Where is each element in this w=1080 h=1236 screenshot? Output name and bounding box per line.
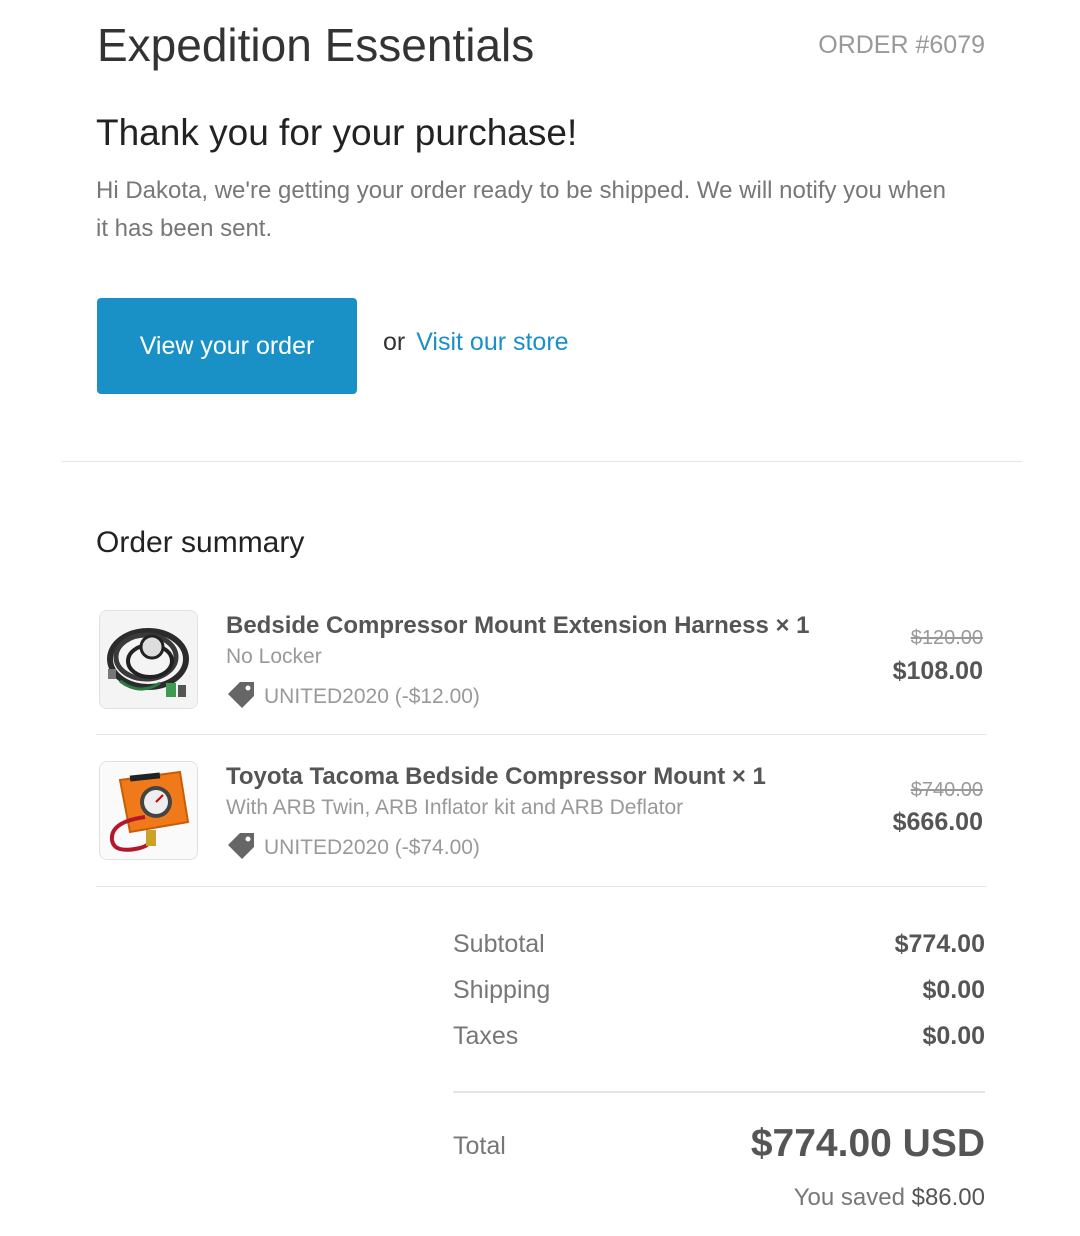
visit-store-row: or Visit our store xyxy=(383,328,569,357)
subtotal-value: $774.00 xyxy=(894,930,985,958)
order-summary-title: Order summary xyxy=(96,526,305,559)
item-divider xyxy=(96,734,986,735)
item-price: $666.00 xyxy=(892,808,983,836)
savings-text: You saved $86.00 xyxy=(794,1184,985,1212)
order-number: ORDER #6079 xyxy=(818,31,985,59)
visit-store-link[interactable]: Visit our store xyxy=(416,328,568,356)
discount-row: UNITED2020 (-$74.00) xyxy=(226,831,480,865)
discount-tag-icon xyxy=(226,680,256,714)
item-divider xyxy=(96,886,986,887)
saved-amount: $86.00 xyxy=(911,1184,985,1211)
taxes-label: Taxes xyxy=(453,1022,519,1050)
original-price: $120.00 xyxy=(910,627,983,649)
wiring-harness-image xyxy=(99,610,198,709)
section-divider xyxy=(62,461,1022,462)
discount-row: UNITED2020 (-$12.00) xyxy=(226,680,480,714)
shipping-label: Shipping xyxy=(453,976,551,1004)
saved-label: You saved xyxy=(793,1184,905,1211)
discount-code: UNITED2020 (-$12.00) xyxy=(264,685,480,708)
total-value: $774.00 USD xyxy=(750,1122,985,1165)
item-price: $108.00 xyxy=(892,657,983,685)
total-label: Total xyxy=(453,1132,506,1160)
subtotal-label: Subtotal xyxy=(453,930,545,958)
item-title: Toyota Tacoma Bedside Compressor Mount ×… xyxy=(226,763,766,790)
discount-tag-icon xyxy=(226,831,256,865)
order-message: Hi Dakota, we're getting your order read… xyxy=(96,177,946,242)
view-order-button[interactable]: View your order xyxy=(97,298,357,394)
taxes-value: $0.00 xyxy=(922,1022,985,1050)
discount-code: UNITED2020 (-$74.00) xyxy=(264,836,480,859)
shipping-value: $0.00 xyxy=(922,976,985,1004)
totals-divider xyxy=(453,1091,985,1093)
inflator-kit-image xyxy=(99,761,198,860)
item-variant: With ARB Twin, ARB Inflator kit and ARB … xyxy=(226,796,684,819)
original-price: $740.00 xyxy=(910,779,983,801)
item-title: Bedside Compressor Mount Extension Harne… xyxy=(226,612,810,639)
or-text: or xyxy=(383,328,406,356)
thank-you-heading: Thank you for your purchase! xyxy=(96,112,578,153)
store-name: Expedition Essentials xyxy=(97,19,535,71)
item-variant: No Locker xyxy=(226,645,322,668)
